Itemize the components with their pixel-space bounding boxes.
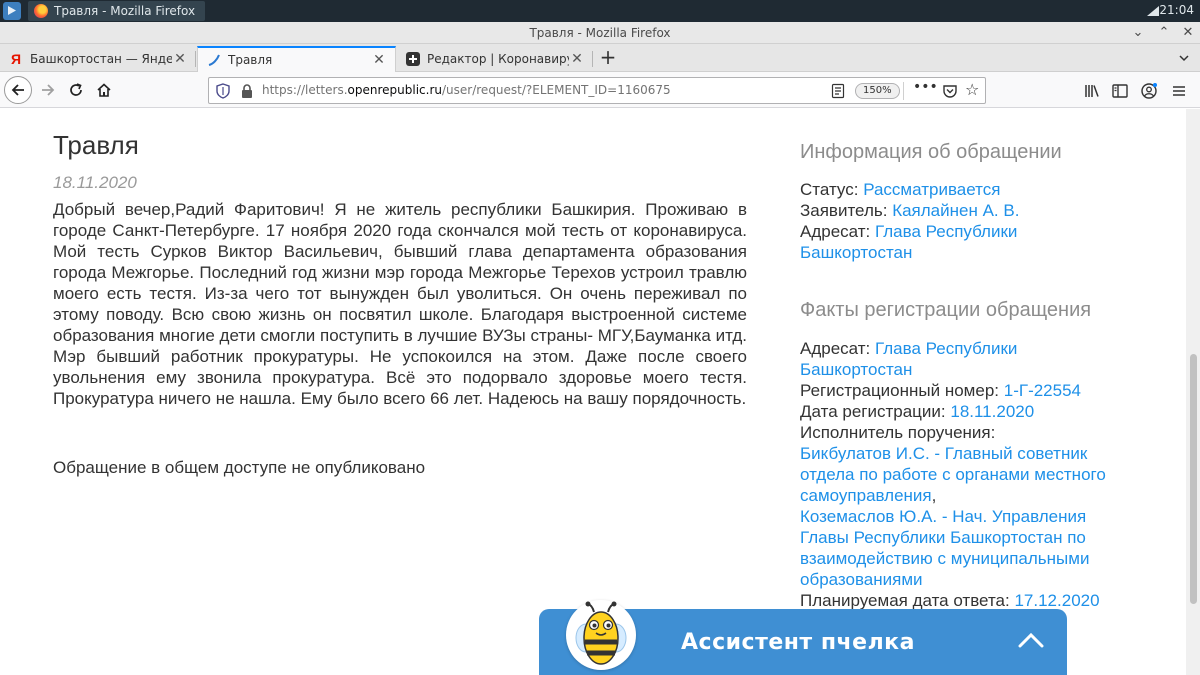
- minimize-icon[interactable]: ⌄: [1130, 25, 1146, 41]
- home-icon: [97, 83, 111, 97]
- tab-label: Редактор | Коронавирус. Ча: [427, 52, 569, 66]
- forward-button[interactable]: [34, 76, 62, 104]
- home-button[interactable]: [90, 76, 118, 104]
- appeal-date: 18.11.2020: [53, 173, 137, 192]
- forward-arrow-icon: [42, 84, 55, 96]
- page-title: Травля: [53, 130, 139, 160]
- assistant-label: Ассистент пчелка: [681, 630, 915, 655]
- window-title: Травля - Mozilla Firefox: [529, 26, 671, 40]
- info-heading: Информация об обращении: [800, 141, 1062, 163]
- appeal-text: Добрый вечер,Радий Фаритович! Я не жител…: [53, 200, 747, 408]
- clock[interactable]: 21:04: [1159, 3, 1194, 17]
- pocket-icon[interactable]: [942, 83, 958, 99]
- openrepublic-icon: [206, 52, 222, 68]
- os-taskbar: Травля - Mozilla Firefox 21:04: [0, 0, 1200, 22]
- executor-1-link[interactable]: Бикбулатов И.С. - Главный советник отдел…: [800, 444, 1106, 505]
- app-menu-icon[interactable]: [3, 2, 21, 20]
- executor-2-row: Коземаслов Ю.А. - Нач. Управления Главы …: [800, 506, 1130, 590]
- tab-editor[interactable]: Редактор | Коронавирус. Ча ✕: [397, 46, 593, 72]
- applicant-label: Заявитель:: [800, 201, 888, 220]
- hamburger-menu-icon[interactable]: [1170, 82, 1188, 100]
- reg-date-label: Дата регистрации:: [800, 402, 946, 421]
- editor-plus-icon: [405, 51, 421, 67]
- bee-mascot-icon[interactable]: [566, 600, 636, 670]
- status-row: Статус: Рассматривается: [800, 179, 1130, 200]
- url-prefix: https://letters.: [262, 83, 348, 97]
- close-tab-icon[interactable]: ✕: [371, 52, 387, 68]
- applicant-link[interactable]: Каялайнен А. В.: [892, 201, 1019, 220]
- close-tab-icon[interactable]: ✕: [172, 51, 188, 67]
- scrollbar-thumb[interactable]: [1190, 354, 1197, 604]
- reg-addressee-row: Адресат: Глава Республики Башкортостан: [800, 338, 1130, 380]
- registration-heading: Факты регистрации обращения: [800, 299, 1092, 321]
- tab-yandex[interactable]: Я Башкортостан — Яндекс: на ✕: [0, 46, 196, 72]
- planned-date-row: Планируемая дата ответа: 17.12.2020: [800, 590, 1130, 611]
- window-titlebar: Травля - Mozilla Firefox ⌄ ⌃ ✕: [0, 22, 1200, 44]
- svg-text:Я: Я: [11, 52, 21, 66]
- lock-icon[interactable]: [240, 83, 254, 99]
- address-bar[interactable]: https://letters.openrepublic.ru/user/req…: [208, 77, 986, 104]
- sidebar-icon[interactable]: [1111, 82, 1129, 100]
- yandex-icon: Я: [8, 51, 24, 67]
- bookmark-star-icon[interactable]: ☆: [965, 81, 979, 99]
- page-scrollbar[interactable]: [1186, 109, 1200, 675]
- urlbar-separator: [903, 82, 904, 100]
- url-text[interactable]: https://letters.openrepublic.ru/user/req…: [262, 83, 671, 97]
- addressee-label: Адресат:: [800, 222, 871, 241]
- page-actions-menu-icon[interactable]: •••: [913, 79, 938, 95]
- maximize-icon[interactable]: ⌃: [1156, 25, 1172, 41]
- taskbar-window-label: Травля - Mozilla Firefox: [54, 4, 196, 18]
- taskbar-window-button[interactable]: Травля - Mozilla Firefox: [28, 1, 205, 21]
- status-link[interactable]: Рассматривается: [863, 180, 1000, 199]
- zoom-level-button[interactable]: 150%: [855, 83, 900, 99]
- tab-label: Башкортостан — Яндекс: на: [30, 52, 172, 66]
- reg-number-row: Регистрационный номер: 1-Г-22554: [800, 380, 1130, 401]
- page-content: Травля 18.11.2020 Добрый вечер,Радий Фар…: [0, 109, 1186, 675]
- navigation-toolbar: https://letters.openrepublic.ru/user/req…: [0, 72, 1200, 108]
- firefox-icon: [34, 4, 48, 18]
- tab-travlya[interactable]: Травля ✕: [197, 46, 396, 72]
- tab-list-chevron-icon[interactable]: [1176, 50, 1192, 66]
- back-button[interactable]: [4, 76, 32, 104]
- tab-label: Травля: [228, 53, 273, 67]
- planned-date-link[interactable]: 17.12.2020: [1014, 591, 1099, 610]
- executor-label: Исполнитель поручения:: [800, 423, 996, 442]
- status-label: Статус:: [800, 180, 859, 199]
- reg-number-link[interactable]: 1-Г-22554: [1004, 381, 1081, 400]
- chevron-up-icon[interactable]: [1017, 631, 1045, 649]
- executor-2-link[interactable]: Коземаслов Ю.А. - Нач. Управления Главы …: [800, 507, 1089, 589]
- reg-number-label: Регистрационный номер:: [800, 381, 1000, 400]
- close-tab-icon[interactable]: ✕: [569, 51, 585, 67]
- applicant-row: Заявитель: Каялайнен А. В.: [800, 200, 1130, 221]
- reg-date-link[interactable]: 18.11.2020: [950, 402, 1034, 421]
- planned-date-label: Планируемая дата ответа:: [800, 591, 1010, 610]
- network-tray-icon[interactable]: [1146, 4, 1160, 18]
- close-window-icon[interactable]: ✕: [1180, 25, 1196, 41]
- reg-addressee-label: Адресат:: [800, 339, 871, 358]
- reg-date-row: Дата регистрации: 18.11.2020: [800, 401, 1130, 422]
- url-path: /user/request/?ELEMENT_ID=1160675: [442, 83, 671, 97]
- reload-button[interactable]: [62, 76, 90, 104]
- url-domain: openrepublic.ru: [347, 83, 442, 97]
- reader-view-icon[interactable]: [830, 83, 846, 99]
- addressee-row: Адресат: Глава Республики Башкортостан: [800, 221, 1130, 263]
- tab-bar: Я Башкортостан — Яндекс: на ✕ Травля ✕ Р…: [0, 44, 1200, 72]
- publication-note: Обращение в общем доступе не опубликован…: [53, 458, 426, 477]
- library-icon[interactable]: [1083, 82, 1101, 100]
- new-tab-button[interactable]: +: [596, 46, 620, 70]
- info-block: Статус: Рассматривается Заявитель: Каяла…: [800, 179, 1130, 263]
- executor-separator: ,: [931, 486, 937, 505]
- account-icon[interactable]: [1140, 82, 1158, 100]
- executor-1-row: Бикбулатов И.С. - Главный советник отдел…: [800, 443, 1130, 506]
- registration-block: Адресат: Глава Республики Башкортостан Р…: [800, 338, 1130, 611]
- tracking-protection-shield-icon[interactable]: [215, 83, 231, 99]
- reload-icon: [70, 83, 82, 96]
- back-arrow-icon: [4, 76, 32, 104]
